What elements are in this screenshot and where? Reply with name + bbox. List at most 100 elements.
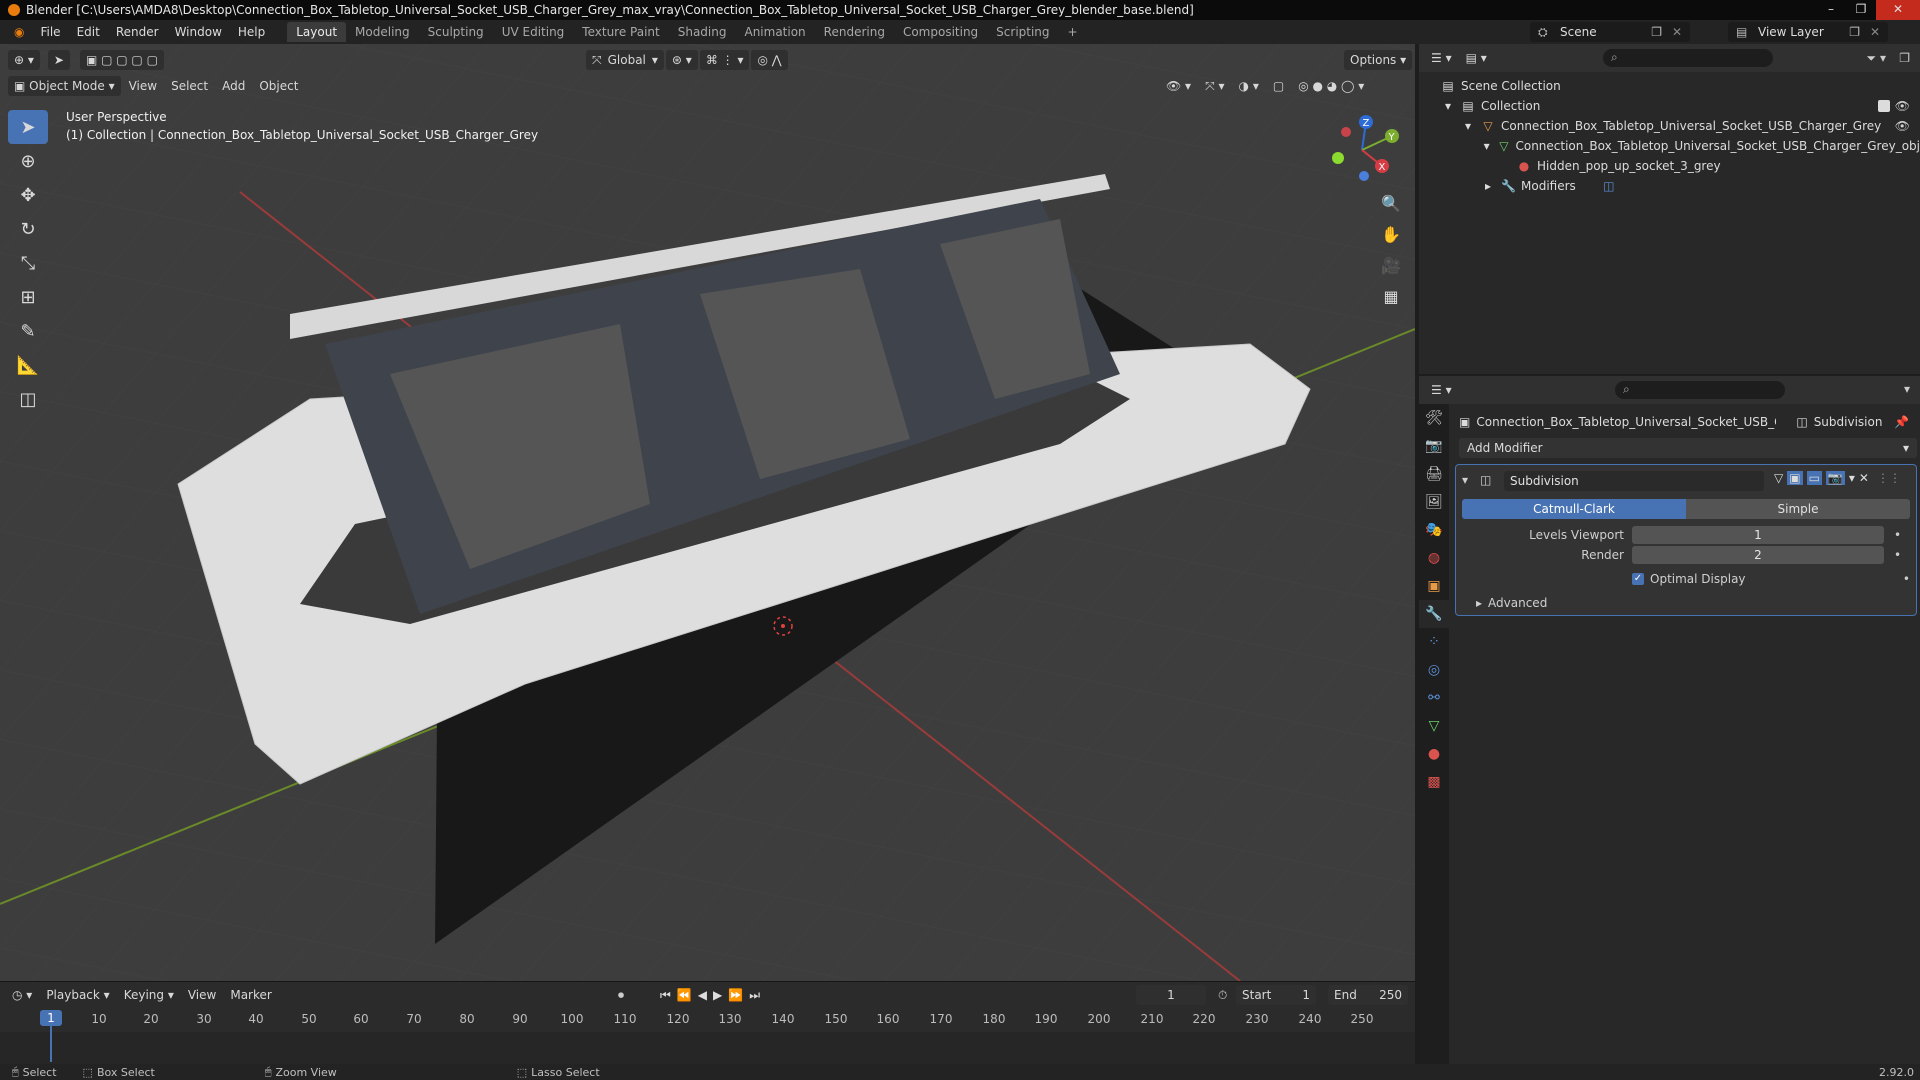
rotate-tool-icon[interactable]: ↻	[8, 212, 48, 246]
menu-edit[interactable]: Edit	[69, 20, 108, 44]
catmull-clark-option[interactable]: Catmull-Clark	[1462, 499, 1686, 519]
outliner-row[interactable]: ▾ ▽ Connection_Box_Tabletop_Universal_So…	[1419, 136, 1920, 156]
timeline-track[interactable]	[0, 1032, 1415, 1065]
tab-rendering[interactable]: Rendering	[815, 22, 894, 42]
play-reverse-icon[interactable]: ◀	[698, 988, 707, 1003]
tab-compositing[interactable]: Compositing	[894, 22, 987, 42]
modifier-menu-icon[interactable]: ▾	[1849, 471, 1855, 485]
menu-help[interactable]: Help	[230, 20, 273, 44]
proportional-editing-toggle[interactable]: ◎ ⋀	[751, 50, 788, 70]
minimize-button[interactable]: –	[1816, 0, 1846, 20]
navigation-gizmo[interactable]: Z Y X	[1322, 110, 1402, 190]
visibility-eye-icon[interactable]: 👁	[1895, 119, 1910, 133]
zoom-icon[interactable]: 🔍	[1376, 194, 1406, 225]
keyframe-dot-icon[interactable]: •	[1903, 572, 1910, 586]
blender-menu-icon[interactable]: ◉	[6, 20, 32, 44]
scene-selector[interactable]: ⛭ Scene ❐ ✕	[1530, 22, 1690, 42]
select-box-tool-icon[interactable]: ➤	[8, 110, 48, 144]
optimal-display-checkbox[interactable]: ✓	[1632, 573, 1644, 585]
constraints-tab-icon[interactable]: ⚯	[1419, 684, 1449, 712]
tool-tab-icon[interactable]: 🛠	[1419, 404, 1449, 432]
render-levels-field[interactable]: 2	[1632, 546, 1884, 564]
collection-checkbox[interactable]	[1878, 100, 1890, 112]
outliner-search-input[interactable]: ⌕	[1603, 49, 1773, 67]
add-menu[interactable]: Add	[216, 76, 251, 96]
outliner-row[interactable]: ▸ 🔧 Modifiers ◫	[1419, 176, 1920, 196]
new-scene-icon[interactable]: ❐	[1651, 25, 1662, 39]
remove-modifier-icon[interactable]: ✕	[1859, 471, 1869, 485]
menu-file[interactable]: File	[32, 20, 68, 44]
gizmo-toggle-icon[interactable]: ⤧ ▾	[1199, 76, 1230, 96]
new-collection-icon[interactable]: ❐	[1899, 51, 1910, 65]
keyframe-dot-icon[interactable]: •	[1894, 548, 1901, 562]
material-tab-icon[interactable]: ●	[1419, 740, 1449, 768]
xray-toggle-icon[interactable]: ▢	[1267, 76, 1290, 96]
modifier-tab-icon[interactable]: 🔧	[1419, 600, 1449, 628]
collapse-arrow-icon[interactable]: ▾	[1462, 473, 1468, 487]
tab-shading[interactable]: Shading	[669, 22, 736, 42]
overlay-toggle-icon[interactable]: ◑ ▾	[1233, 76, 1265, 96]
add-cube-tool-icon[interactable]: ◫	[8, 382, 48, 416]
menu-window[interactable]: Window	[167, 20, 230, 44]
expand-arrow-icon[interactable]: ▸	[1476, 596, 1482, 610]
advanced-subpanel-row[interactable]: ▸ Advanced	[1462, 593, 1910, 613]
stopwatch-icon[interactable]: ⏱	[1218, 988, 1227, 1003]
tab-scripting[interactable]: Scripting	[987, 22, 1058, 42]
keyframe-dot-icon[interactable]: •	[1894, 528, 1901, 542]
delete-scene-icon[interactable]: ✕	[1672, 25, 1682, 39]
object-tab-icon[interactable]: ▣	[1419, 572, 1449, 600]
render-toggle-icon[interactable]: 📷	[1825, 471, 1845, 485]
select-menu[interactable]: Select	[165, 76, 214, 96]
add-modifier-dropdown[interactable]: Add Modifier ▾	[1459, 438, 1917, 458]
jump-start-icon[interactable]: ⏮	[660, 988, 671, 1003]
3d-viewport[interactable]: ⊕ ▾ ➤ ▣ ▢ ▢ ▢ ▢ ⤧ Global ▾ ⊛ ▾ ⌘ ⋮ ▾ ◎ ⋀…	[0, 44, 1415, 981]
viewport-toggle-icon[interactable]: ▭	[1806, 471, 1822, 485]
jump-end-icon[interactable]: ⏭	[749, 988, 760, 1003]
play-icon[interactable]: ▶	[713, 988, 722, 1003]
edit-mode-toggle-icon[interactable]: ▣	[1787, 471, 1803, 485]
properties-options-icon[interactable]: ▾	[1904, 382, 1910, 396]
tab-sculpting[interactable]: Sculpting	[419, 22, 493, 42]
view-menu[interactable]: View	[123, 76, 163, 96]
prev-keyframe-icon[interactable]: ⏪	[677, 988, 692, 1003]
select-mode-tool[interactable]: ➤	[47, 50, 70, 70]
options-dropdown[interactable]: Options ▾	[1344, 50, 1413, 70]
texture-tab-icon[interactable]: ▩	[1419, 768, 1449, 796]
current-frame-indicator[interactable]: 1	[40, 1010, 62, 1026]
transform-tool-icon[interactable]: ⊞	[8, 280, 48, 314]
scale-tool-icon[interactable]: ⤡	[8, 246, 48, 280]
viewport-scene[interactable]	[0, 44, 1415, 981]
visibility-icon[interactable]: 👁 ▾	[1160, 76, 1197, 96]
close-button[interactable]: ✕	[1876, 0, 1920, 20]
particles-tab-icon[interactable]: ⁘	[1419, 628, 1449, 656]
filter-icon[interactable]: ⏷ ▾	[1867, 51, 1886, 66]
properties-search-input[interactable]: ⌕	[1615, 381, 1785, 399]
output-tab-icon[interactable]: 🖨	[1419, 460, 1449, 488]
camera-view-icon[interactable]: 🎥	[1376, 256, 1406, 287]
move-tool-icon[interactable]: ✥	[8, 178, 48, 212]
keying-menu[interactable]: Keying ▾	[118, 985, 180, 1005]
tab-animation[interactable]: Animation	[735, 22, 814, 42]
properties-editor-type-icon[interactable]: ☰ ▾	[1425, 380, 1458, 400]
pan-hand-icon[interactable]: ✋	[1376, 225, 1406, 256]
end-frame-field[interactable]: End 250	[1328, 985, 1408, 1005]
tab-uv-editing[interactable]: UV Editing	[493, 22, 574, 42]
maximize-button[interactable]: ❐	[1846, 0, 1876, 20]
cursor-tool-icon[interactable]: ⊕	[8, 144, 48, 178]
editor-type-button[interactable]: ⊕ ▾	[8, 50, 40, 70]
data-tab-icon[interactable]: ▽	[1419, 712, 1449, 740]
outliner-row[interactable]: ▤ Scene Collection	[1419, 76, 1920, 96]
levels-viewport-field[interactable]: 1	[1632, 526, 1884, 544]
transform-orientation-dropdown[interactable]: ⤧ Global ▾	[586, 50, 664, 70]
outliner-row[interactable]: ● Hidden_pop_up_socket_3_grey	[1419, 156, 1920, 176]
modifier-name-field[interactable]: Subdivision	[1504, 471, 1764, 491]
next-keyframe-icon[interactable]: ⏩	[728, 988, 743, 1003]
marker-menu[interactable]: Marker	[224, 985, 277, 1005]
scene-tab-icon[interactable]: 🎭	[1419, 516, 1449, 544]
timeline-editor-type-icon[interactable]: ◷ ▾	[6, 985, 38, 1005]
shading-modes-icon[interactable]: ◎ ● ◕ ◯ ▾	[1292, 76, 1370, 96]
expand-arrow-icon[interactable]: ▸	[1481, 179, 1495, 193]
object-menu[interactable]: Object	[253, 76, 304, 96]
snap-toggle[interactable]: ⌘ ⋮ ▾	[699, 50, 750, 70]
pin-icon[interactable]: 📌	[1894, 415, 1909, 429]
